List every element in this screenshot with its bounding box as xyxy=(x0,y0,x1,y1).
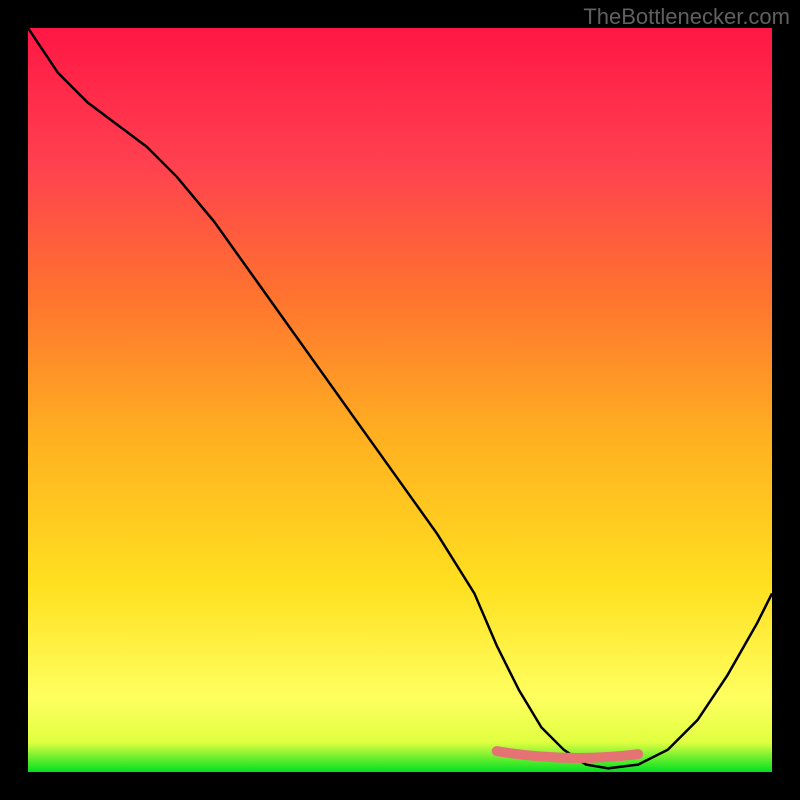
bottleneck-curve-line xyxy=(28,28,772,768)
chart-area xyxy=(28,28,772,772)
watermark-text: TheBottlenecker.com xyxy=(583,4,790,30)
curve-overlay xyxy=(28,28,772,772)
